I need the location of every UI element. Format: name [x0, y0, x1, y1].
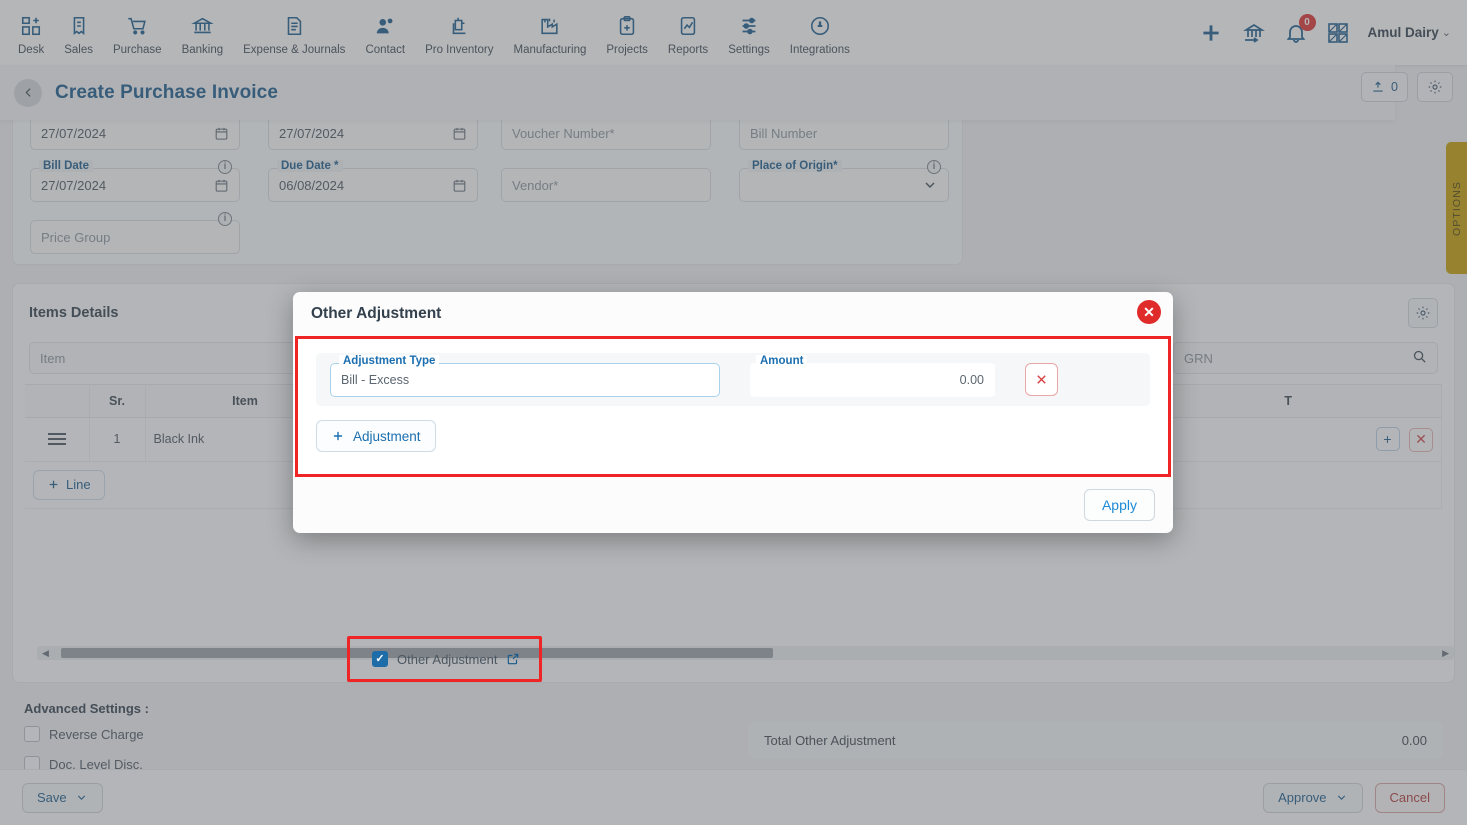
modal-footer: Apply: [293, 477, 1173, 533]
adjustment-row: Adjustment Type Bill - Excess Amount 0.0…: [316, 353, 1150, 406]
modal-header: Other Adjustment ✕: [293, 292, 1173, 336]
add-adjustment-label: Adjustment: [353, 428, 421, 444]
apply-label: Apply: [1101, 497, 1137, 513]
adjustment-type-value: Bill - Excess: [341, 372, 410, 387]
amount-label: Amount: [756, 354, 808, 367]
modal-body: Adjustment Type Bill - Excess Amount 0.0…: [295, 336, 1171, 477]
modal-title: Other Adjustment: [311, 305, 442, 322]
other-adjustment-highlight: Other Adjustment: [347, 636, 542, 682]
adjustment-type-field[interactable]: Adjustment Type Bill - Excess: [330, 354, 720, 397]
apply-button[interactable]: Apply: [1083, 489, 1155, 521]
delete-adjustment-button[interactable]: [1025, 363, 1058, 396]
plus-icon: [333, 431, 343, 441]
close-icon[interactable]: ✕: [1137, 300, 1161, 324]
amount-field[interactable]: Amount 0.00: [750, 354, 995, 397]
app-root: Desk Sales Purchase Banking Expense & Jo…: [0, 0, 1467, 825]
external-link-icon[interactable]: [506, 652, 520, 666]
other-adjustment-modal: Other Adjustment ✕ Adjustment Type Bill …: [293, 292, 1173, 533]
other-adjustment-label: Other Adjustment: [397, 651, 498, 667]
other-adjustment-checkbox[interactable]: [372, 651, 388, 667]
amount-value: 0.00: [959, 372, 984, 387]
adjustment-type-label: Adjustment Type: [339, 354, 440, 367]
add-adjustment-button[interactable]: Adjustment: [316, 420, 436, 452]
close-icon: [1037, 375, 1046, 384]
